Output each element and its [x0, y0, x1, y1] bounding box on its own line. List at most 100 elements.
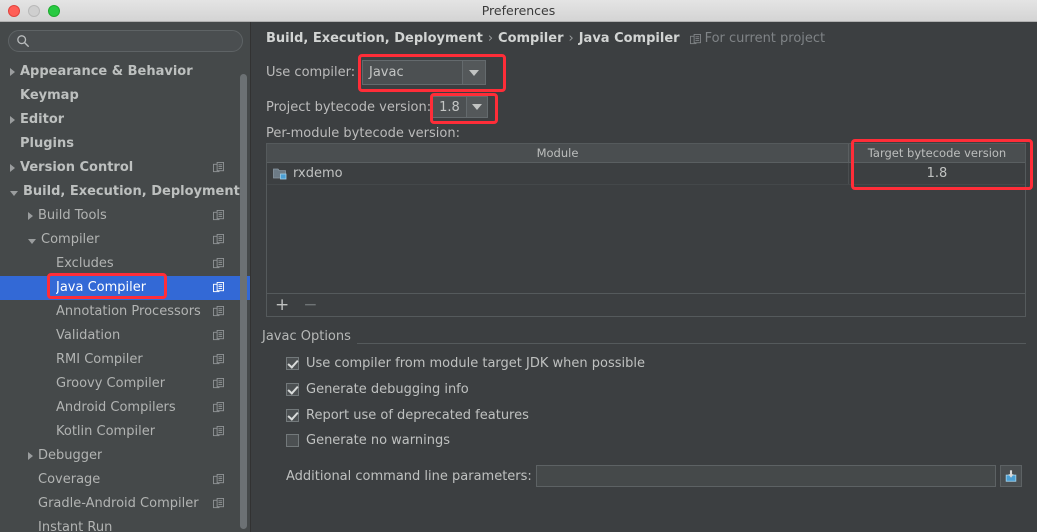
- chevron-right-icon[interactable]: [10, 164, 15, 172]
- project-bytecode-dropdown[interactable]: 1.8: [432, 96, 488, 118]
- project-settings-icon: [689, 34, 701, 45]
- chevron-right-icon[interactable]: [28, 452, 33, 460]
- project-bytecode-dropdown-button[interactable]: [466, 97, 487, 117]
- use-compiler-value: Javac: [369, 65, 404, 80]
- sidebar-item-label: Java Compiler: [56, 280, 147, 295]
- sidebar-item-gradle-android-compiler[interactable]: Gradle-Android Compiler: [0, 492, 250, 516]
- sidebar-item-java-compiler[interactable]: Java Compiler: [0, 276, 250, 300]
- project-bytecode-value: 1.8: [439, 99, 460, 115]
- sidebar-item-debugger[interactable]: Debugger: [0, 444, 250, 468]
- sidebar-item-keymap[interactable]: Keymap: [0, 84, 250, 108]
- sidebar-item-label: Annotation Processors: [56, 304, 201, 319]
- sidebar-item-label: RMI Compiler: [56, 352, 143, 367]
- sidebar-item-rmi-compiler[interactable]: RMI Compiler: [0, 348, 250, 372]
- sidebar-item-build-tools[interactable]: Build Tools: [0, 204, 250, 228]
- sidebar-item-label: Instant Run: [38, 520, 113, 532]
- settings-tree[interactable]: Appearance & Behavior Keymap Editor Plugins…: [0, 60, 250, 532]
- checkbox-icon[interactable]: [286, 383, 299, 396]
- settings-sidebar: Appearance & Behavior Keymap Editor Plugins…: [0, 22, 251, 532]
- sidebar-item-validation[interactable]: Validation: [0, 324, 250, 348]
- sidebar-item-version-control[interactable]: Version Control: [0, 156, 250, 180]
- sidebar-item-excludes[interactable]: Excludes: [0, 252, 250, 276]
- preferences-window: Preferences Appearance & Behavior Keymap E…: [0, 0, 1037, 532]
- checkbox-generate-no-warnings[interactable]: Generate no warnings: [286, 433, 450, 448]
- sidebar-item-label: Validation: [56, 328, 121, 343]
- breadcrumb-part[interactable]: Compiler: [498, 31, 563, 46]
- use-compiler-dropdown-button[interactable]: [462, 61, 485, 84]
- javac-options-divider: [262, 343, 1026, 344]
- sidebar-item-annotation-processors[interactable]: Annotation Processors: [0, 300, 250, 324]
- sidebar-item-build-execution-deployment[interactable]: Build, Execution, Deployment: [0, 180, 250, 204]
- project-settings-icon: [213, 330, 224, 341]
- remove-module-button: −: [303, 294, 318, 315]
- breadcrumb: Build, Execution, Deployment › Compiler › Ja…: [266, 31, 825, 46]
- breadcrumb-part[interactable]: Java Compiler: [579, 31, 680, 46]
- sidebar-item-groovy-compiler[interactable]: Groovy Compiler: [0, 372, 250, 396]
- checkbox-use-compiler-from-module-jdk[interactable]: Use compiler from module target JDK when…: [286, 356, 645, 371]
- project-settings-icon: [213, 210, 224, 221]
- chevron-right-icon[interactable]: [28, 212, 33, 220]
- sidebar-item-android-compilers[interactable]: Android Compilers: [0, 396, 250, 420]
- chevron-down-icon: [469, 69, 479, 76]
- breadcrumb-scope-label: For current project: [704, 31, 826, 46]
- sidebar-item-label: Editor: [20, 112, 65, 127]
- expand-editor-icon: [1005, 470, 1017, 482]
- sidebar-item-label: Keymap: [20, 88, 79, 103]
- sidebar-item-label: Debugger: [38, 448, 103, 463]
- sidebar-item-label: Kotlin Compiler: [56, 424, 156, 439]
- sidebar-item-coverage[interactable]: Coverage: [0, 468, 250, 492]
- search-input[interactable]: [8, 30, 243, 52]
- table-header-row: Module Target bytecode version: [267, 144, 1025, 163]
- checkbox-icon[interactable]: [286, 434, 299, 447]
- chevron-down-icon[interactable]: [10, 190, 18, 196]
- settings-content-panel: Build, Execution, Deployment › Compiler › Ja…: [252, 22, 1037, 532]
- sidebar-item-plugins[interactable]: Plugins: [0, 132, 250, 156]
- expand-editor-button[interactable]: [1000, 465, 1022, 487]
- table-row[interactable]: rxdemo 1.8: [267, 163, 1025, 185]
- project-settings-icon: [213, 402, 224, 413]
- cell-module-label: rxdemo: [293, 166, 343, 181]
- add-module-button[interactable]: +: [275, 296, 289, 314]
- sidebar-item-label: Coverage: [38, 472, 101, 487]
- per-module-bytecode-label: Per-module bytecode version:: [266, 126, 460, 141]
- sidebar-item-label: Build, Execution, Deployment: [23, 184, 240, 199]
- sidebar-item-label: Plugins: [20, 136, 74, 151]
- sidebar-item-kotlin-compiler[interactable]: Kotlin Compiler: [0, 420, 250, 444]
- project-bytecode-label: Project bytecode version:: [266, 100, 432, 115]
- use-compiler-dropdown[interactable]: Javac: [362, 60, 486, 85]
- chevron-right-icon[interactable]: [10, 116, 15, 124]
- sidebar-scrollbar[interactable]: [240, 74, 247, 529]
- sidebar-item-appearance-behavior[interactable]: Appearance & Behavior: [0, 60, 250, 84]
- column-header-module[interactable]: Module: [267, 144, 849, 162]
- additional-parameters-input[interactable]: [536, 465, 996, 487]
- javac-options-group-title: Javac Options: [262, 329, 357, 344]
- cell-module[interactable]: rxdemo: [267, 163, 849, 184]
- sidebar-item-label: Build Tools: [38, 208, 107, 223]
- sidebar-item-label: Version Control: [20, 160, 134, 175]
- breadcrumb-part[interactable]: Build, Execution, Deployment: [266, 31, 483, 46]
- project-settings-icon: [213, 234, 224, 245]
- sidebar-item-editor[interactable]: Editor: [0, 108, 250, 132]
- chevron-down-icon[interactable]: [28, 238, 36, 244]
- chevron-right-icon[interactable]: [10, 68, 15, 76]
- checkbox-icon[interactable]: [286, 409, 299, 422]
- use-compiler-label: Use compiler:: [266, 65, 356, 80]
- column-header-target-bytecode-version[interactable]: Target bytecode version: [849, 144, 1025, 162]
- table-toolbar: + −: [266, 293, 1026, 317]
- sidebar-item-compiler[interactable]: Compiler: [0, 228, 250, 252]
- sidebar-item-instant-run[interactable]: Instant Run: [0, 516, 250, 532]
- cell-target-bytecode-version[interactable]: 1.8: [849, 163, 1025, 184]
- project-settings-icon: [213, 474, 224, 485]
- checkbox-label: Generate debugging info: [306, 382, 469, 397]
- checkbox-report-deprecated-features[interactable]: Report use of deprecated features: [286, 408, 529, 423]
- table-body: rxdemo 1.8: [267, 163, 1025, 185]
- additional-parameters-label: Additional command line parameters:: [286, 469, 532, 484]
- cell-target-label: 1.8: [926, 166, 948, 181]
- project-settings-icon: [213, 306, 224, 317]
- checkbox-icon[interactable]: [286, 357, 299, 370]
- checkbox-generate-debugging-info[interactable]: Generate debugging info: [286, 382, 469, 397]
- sidebar-scrollbar-thumb[interactable]: [240, 74, 247, 529]
- project-settings-icon: [213, 282, 224, 293]
- sidebar-item-label: Compiler: [41, 232, 100, 247]
- project-settings-icon: [213, 258, 224, 269]
